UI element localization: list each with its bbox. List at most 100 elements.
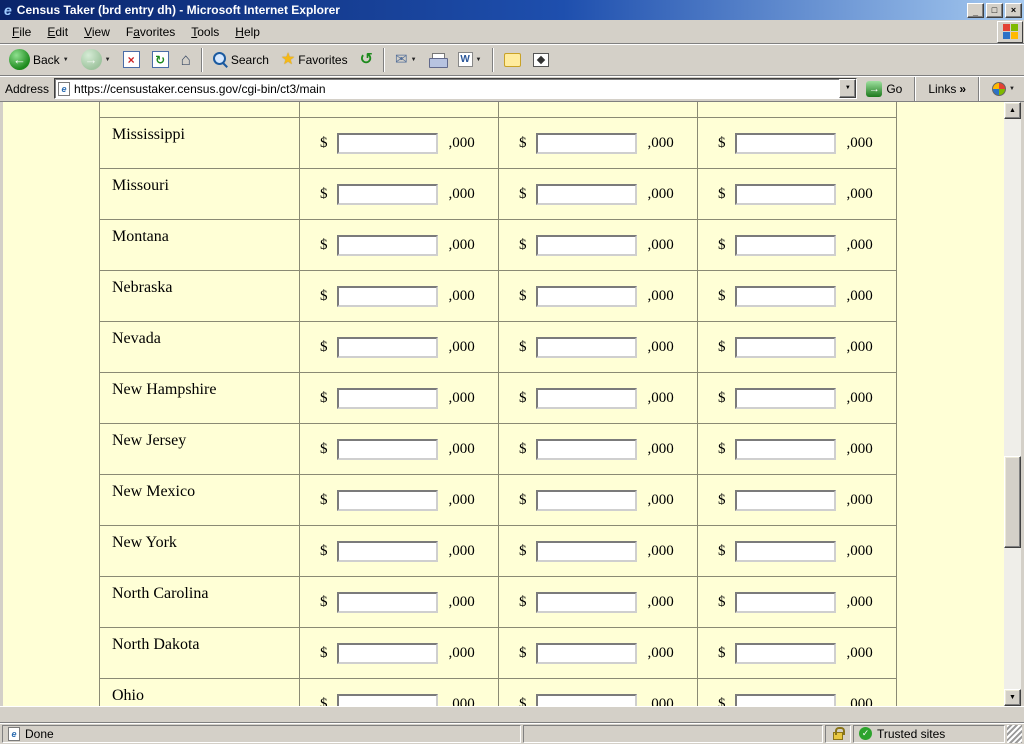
amount-input[interactable] (735, 184, 836, 205)
amount-input[interactable] (536, 388, 637, 409)
amount-input[interactable] (735, 694, 836, 707)
state-name: New Hampshire (100, 373, 300, 424)
menu-favorites[interactable]: Favorites (118, 21, 183, 43)
dollar-sign: $ (718, 236, 726, 252)
discuss-button[interactable] (499, 46, 526, 74)
refresh-button[interactable]: ↻ (147, 46, 174, 74)
amount-input[interactable] (337, 235, 438, 256)
amount-input[interactable] (536, 286, 637, 307)
stop-button[interactable]: × (118, 46, 145, 74)
scrollbar-thumb[interactable] (1004, 456, 1021, 548)
close-button[interactable]: × (1005, 3, 1022, 18)
edit-with-word-button[interactable]: W ▼ (453, 46, 487, 74)
toolbar-misc-button[interactable] (528, 46, 554, 74)
amount-input[interactable] (337, 694, 438, 707)
amount-cell: $,000 (300, 475, 499, 526)
amount-input[interactable] (536, 439, 637, 460)
menu-file[interactable]: File (4, 21, 39, 43)
favorites-button[interactable]: ★ Favorites (276, 46, 353, 74)
thousands-label: ,000 (449, 593, 475, 609)
search-button[interactable]: Search (208, 46, 274, 74)
amount-input[interactable] (536, 133, 637, 154)
extension-dropdown-icon[interactable]: ▼ (1009, 86, 1015, 92)
dollar-sign: $ (519, 287, 527, 303)
amount-input[interactable] (536, 337, 637, 358)
back-button[interactable]: ← Back ▼ (4, 46, 74, 74)
address-input[interactable] (74, 81, 835, 96)
menu-edit[interactable]: Edit (39, 21, 76, 43)
mail-button[interactable]: ✉ ▼ (390, 46, 422, 74)
resize-gripper[interactable] (1007, 725, 1022, 743)
amount-input[interactable] (337, 388, 438, 409)
menu-view[interactable]: View (76, 21, 118, 43)
word-dropdown-icon[interactable]: ▼ (476, 57, 482, 63)
amount-input[interactable] (536, 643, 637, 664)
amount-input[interactable] (337, 592, 438, 613)
amount-input[interactable] (735, 643, 836, 664)
status-page-icon: e (8, 727, 20, 741)
scroll-down-button[interactable]: ▼ (1004, 689, 1021, 706)
states-table: Mississippi$,000$,000$,000Missouri$,000$… (99, 102, 897, 706)
word-icon: W (458, 52, 473, 67)
amount-input[interactable] (536, 541, 637, 562)
dollar-sign: $ (519, 644, 527, 660)
amount-input[interactable] (337, 133, 438, 154)
forward-dropdown-icon[interactable]: ▼ (105, 57, 111, 63)
back-dropdown-icon[interactable]: ▼ (63, 57, 69, 63)
print-button[interactable] (424, 46, 451, 74)
minimize-button[interactable]: _ (967, 3, 984, 18)
state-name: Mississippi (100, 118, 300, 169)
amount-input[interactable] (337, 490, 438, 511)
maximize-button[interactable]: □ (986, 3, 1003, 18)
amount-input[interactable] (337, 337, 438, 358)
history-button[interactable]: ↺ (355, 46, 378, 74)
amount-input[interactable] (536, 184, 637, 205)
amount-cell (698, 102, 897, 118)
address-dropdown-button[interactable]: ▼ (839, 79, 856, 98)
amount-input[interactable] (536, 592, 637, 613)
amount-input[interactable] (536, 235, 637, 256)
dollar-sign: $ (320, 236, 328, 252)
amount-input[interactable] (337, 643, 438, 664)
amount-input[interactable] (735, 235, 836, 256)
thousands-label: ,000 (449, 389, 475, 405)
thousands-label: ,000 (449, 134, 475, 150)
amount-input[interactable] (735, 439, 836, 460)
windows-logo-button (997, 21, 1023, 43)
dollar-sign: $ (320, 338, 328, 354)
amount-cell: $,000 (698, 475, 897, 526)
mail-dropdown-icon[interactable]: ▼ (411, 57, 417, 63)
amount-cell: $,000 (698, 118, 897, 169)
address-extension-button[interactable]: ▼ (988, 81, 1019, 97)
amount-input[interactable] (337, 184, 438, 205)
links-button[interactable]: Links » (924, 81, 970, 97)
census-form-page: Mississippi$,000$,000$,000Missouri$,000$… (3, 102, 1004, 706)
amount-input[interactable] (735, 592, 836, 613)
amount-input[interactable] (536, 694, 637, 707)
amount-input[interactable] (735, 337, 836, 358)
amount-input[interactable] (735, 541, 836, 562)
table-row: New Mexico$,000$,000$,000 (100, 475, 897, 526)
forward-button[interactable]: → ▼ (76, 46, 116, 74)
ie-logo-icon: e (4, 3, 12, 17)
menu-tools[interactable]: Tools (183, 21, 227, 43)
amount-input[interactable] (337, 541, 438, 562)
amount-input[interactable] (735, 286, 836, 307)
history-icon: ↺ (360, 52, 373, 68)
amount-input[interactable] (337, 439, 438, 460)
scroll-up-button[interactable]: ▲ (1004, 102, 1021, 119)
amount-input[interactable] (735, 388, 836, 409)
amount-input[interactable] (337, 286, 438, 307)
amount-input[interactable] (735, 133, 836, 154)
home-button[interactable]: ⌂ (176, 46, 196, 74)
amount-input[interactable] (735, 490, 836, 511)
discuss-icon (504, 53, 521, 67)
links-chevron-icon[interactable]: » (959, 82, 966, 96)
vertical-scrollbar[interactable]: ▲ ▼ (1004, 102, 1021, 706)
table-row: New Jersey$,000$,000$,000 (100, 424, 897, 475)
amount-input[interactable] (536, 490, 637, 511)
toolbar-separator (383, 48, 385, 72)
menu-help[interactable]: Help (227, 21, 268, 43)
dollar-sign: $ (320, 389, 328, 405)
go-button[interactable]: → Go (862, 80, 906, 98)
